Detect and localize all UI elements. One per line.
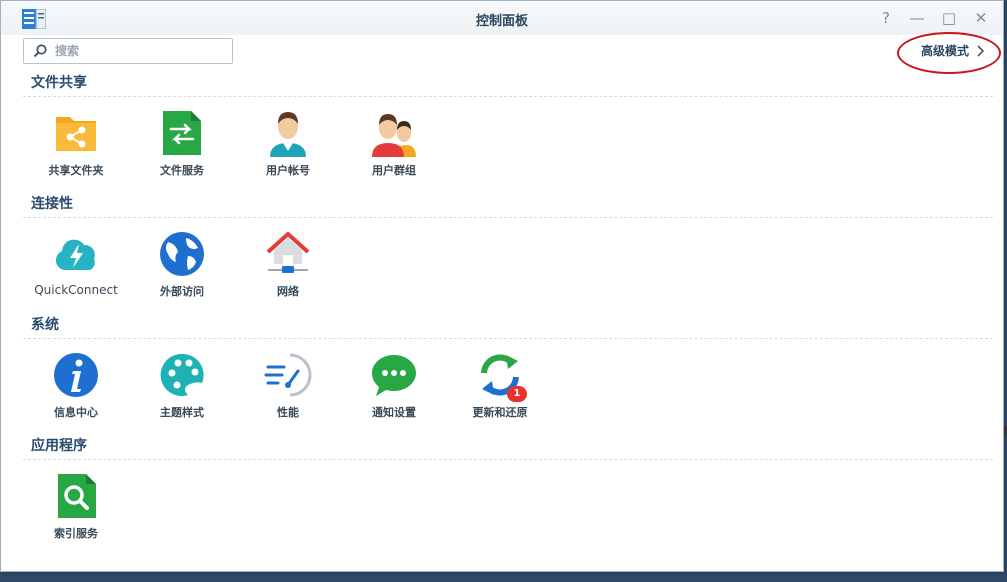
item-shared-folder[interactable]: 共享文件夹 xyxy=(26,109,126,178)
item-label: 用户群组 xyxy=(372,164,416,177)
item-label: 网络 xyxy=(277,285,299,298)
maximize-icon: □ xyxy=(941,9,957,27)
item-external-access[interactable]: 外部访问 xyxy=(132,230,232,299)
item-notifications[interactable]: 通知设置 xyxy=(344,351,444,420)
user-icon xyxy=(264,109,312,157)
item-performance[interactable]: 性能 xyxy=(238,351,338,420)
help-button[interactable]: ? xyxy=(875,7,897,29)
file-services-icon xyxy=(158,109,206,157)
section-applications: 应用程序 索引服务 xyxy=(23,435,993,560)
globe-icon xyxy=(158,230,206,278)
item-info-center[interactable]: 信息中心 xyxy=(26,351,126,420)
item-label: 共享文件夹 xyxy=(48,164,104,177)
palette-icon xyxy=(158,351,206,399)
search-box[interactable] xyxy=(23,38,233,64)
chevron-right-icon xyxy=(977,44,985,57)
group-icon xyxy=(370,109,418,157)
search-icon xyxy=(33,44,47,58)
search-input[interactable] xyxy=(53,43,217,59)
section-title: 连接性 xyxy=(31,196,73,212)
section-system: 系统 信息中心 主题样式 性能 通知设置 1 更新和还原 xyxy=(23,314,993,439)
item-file-services[interactable]: 文件服务 xyxy=(132,109,232,178)
close-icon: ✕ xyxy=(974,9,988,27)
item-indexing-service[interactable]: 索引服务 xyxy=(26,472,126,541)
shared-folder-icon xyxy=(52,109,100,157)
section-title: 应用程序 xyxy=(31,438,87,454)
performance-gauge-icon xyxy=(264,351,312,399)
minimize-button[interactable]: — xyxy=(906,7,928,29)
update-count-badge: 1 xyxy=(507,386,527,402)
quickconnect-icon xyxy=(52,230,100,278)
section-file-sharing: 文件共享 共享文件夹 文件服务 用户帐号 用户群组 xyxy=(23,72,993,197)
item-label: 主题样式 xyxy=(160,406,204,419)
item-label: 性能 xyxy=(277,406,299,419)
item-label: 外部访问 xyxy=(160,285,204,298)
close-button[interactable]: ✕ xyxy=(970,7,992,29)
info-icon xyxy=(52,351,100,399)
help-icon: ? xyxy=(882,9,890,27)
chat-bubble-icon xyxy=(370,351,418,399)
item-label: 信息中心 xyxy=(54,406,98,419)
title-bar[interactable]: 控制面板 ? — □ ✕ xyxy=(1,1,1003,35)
section-connectivity: 连接性 QuickConnect 外部访问 网络 xyxy=(23,193,993,318)
advanced-mode-label: 高级模式 xyxy=(920,44,969,58)
item-label: 索引服务 xyxy=(54,527,98,540)
item-label: QuickConnect xyxy=(34,283,118,297)
maximize-button[interactable]: □ xyxy=(938,7,960,29)
item-quickconnect[interactable]: QuickConnect xyxy=(26,230,126,297)
control-panel-window: 控制面板 ? — □ ✕ 高级模式 文件共享 xyxy=(0,0,1004,572)
item-label: 更新和还原 xyxy=(472,406,528,419)
index-search-icon xyxy=(52,472,100,520)
item-update-restore[interactable]: 1 更新和还原 xyxy=(450,351,550,420)
item-user-group[interactable]: 用户群组 xyxy=(344,109,444,178)
item-network[interactable]: 网络 xyxy=(238,230,338,299)
window-title: 控制面板 xyxy=(475,14,528,29)
item-label: 用户帐号 xyxy=(266,164,310,177)
item-label: 通知设置 xyxy=(372,406,416,419)
section-title: 系统 xyxy=(31,317,59,333)
item-label: 文件服务 xyxy=(160,164,204,177)
item-user-account[interactable]: 用户帐号 xyxy=(238,109,338,178)
update-restore-icon: 1 xyxy=(476,351,527,402)
advanced-mode-link[interactable]: 高级模式 xyxy=(921,42,985,59)
minimize-icon: — xyxy=(909,9,925,27)
network-home-icon xyxy=(264,230,312,278)
section-title: 文件共享 xyxy=(31,75,87,91)
item-theme[interactable]: 主题样式 xyxy=(132,351,232,420)
